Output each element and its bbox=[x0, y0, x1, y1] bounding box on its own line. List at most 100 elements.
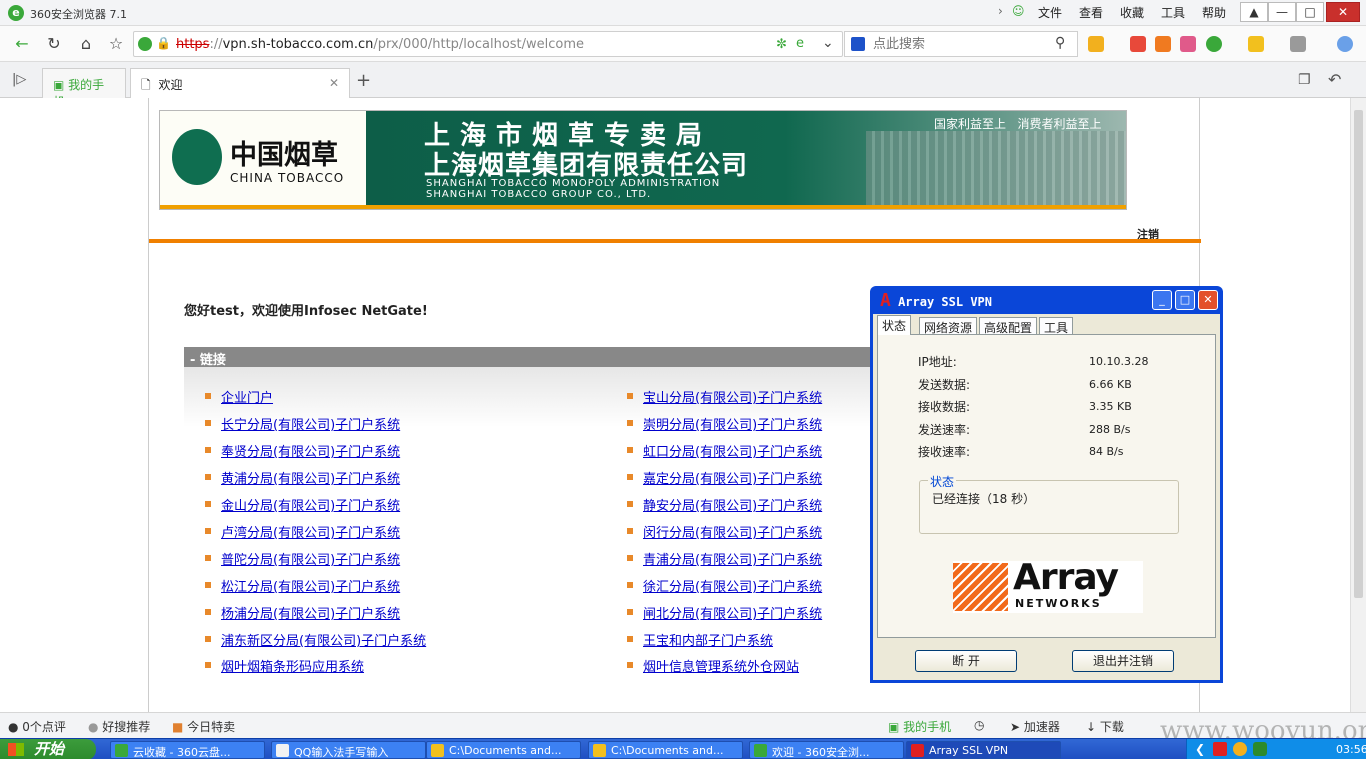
sidebar-toggle-icon[interactable]: |▷ bbox=[12, 72, 26, 87]
portal-link[interactable]: 崇明分局(有限公司)子门户系统 bbox=[643, 414, 822, 433]
link-bullet-icon bbox=[627, 555, 633, 561]
taskbar-task[interactable]: 欢迎 - 360安全浏... bbox=[749, 741, 904, 759]
portal-link[interactable]: 虹口分局(有限公司)子门户系统 bbox=[643, 441, 822, 460]
portal-link[interactable]: 烟叶烟箱条形码应用系统 bbox=[221, 656, 364, 675]
portal-link[interactable]: 王宝和内部子门户系统 bbox=[643, 630, 773, 649]
undo-close-icon[interactable]: ↶ bbox=[1328, 70, 1341, 89]
chevron-down-icon[interactable]: ⌄ bbox=[822, 35, 834, 51]
portal-link[interactable]: 宝山分局(有限公司)子门户系统 bbox=[643, 387, 822, 406]
screenshot-icon[interactable] bbox=[1290, 36, 1306, 52]
portal-link[interactable]: 闵行分局(有限公司)子门户系统 bbox=[643, 522, 822, 541]
daily-sale-item[interactable]: ■ 今日特卖 bbox=[172, 718, 235, 735]
tab-bar: |▷ ▣ 我的手机 🗋 欢迎 ✕ + ❐ ↶ bbox=[0, 62, 1366, 109]
task-app-icon bbox=[115, 744, 128, 757]
task-app-icon bbox=[754, 744, 767, 757]
portal-link[interactable]: 浦东新区分局(有限公司)子门户系统 bbox=[221, 630, 426, 649]
portal-link[interactable]: 黄浦分局(有限公司)子门户系统 bbox=[221, 468, 400, 487]
accelerator-item[interactable]: ➤ 加速器 bbox=[1010, 718, 1060, 735]
game-icon[interactable] bbox=[1248, 36, 1264, 52]
portal-link[interactable]: 卢湾分局(有限公司)子门户系统 bbox=[221, 522, 400, 541]
menu-favorites[interactable]: 收藏 bbox=[1120, 4, 1144, 21]
url-text[interactable]: https://vpn.sh-tobacco.com.cn/prx/000/ht… bbox=[176, 37, 584, 52]
security-shield-icon[interactable] bbox=[138, 37, 152, 51]
tab-list-icon[interactable]: ❐ bbox=[1298, 72, 1311, 88]
portal-link[interactable]: 普陀分局(有限公司)子门户系统 bbox=[221, 549, 400, 568]
calendar-icon[interactable] bbox=[1130, 36, 1146, 52]
tab-close-icon[interactable]: ✕ bbox=[329, 76, 339, 90]
portal-link[interactable]: 闸北分局(有限公司)子门户系统 bbox=[643, 603, 822, 622]
new-tab-icon[interactable]: + bbox=[356, 70, 371, 91]
back-icon[interactable]: ← bbox=[10, 32, 34, 56]
tray-ime-icon[interactable] bbox=[1233, 742, 1247, 756]
refresh-icon[interactable]: ↻ bbox=[42, 32, 66, 56]
ie-mode-icon[interactable]: e bbox=[796, 36, 804, 51]
menu-help[interactable]: 帮助 bbox=[1202, 4, 1226, 21]
maximize-button[interactable]: □ bbox=[1296, 2, 1324, 22]
portal-link[interactable]: 杨浦分局(有限公司)子门户系统 bbox=[221, 603, 400, 622]
address-bar[interactable]: 🔒 https://vpn.sh-tobacco.com.cn/prx/000/… bbox=[133, 31, 843, 57]
plane-icon[interactable] bbox=[1155, 36, 1171, 52]
vpn-tab-status[interactable]: 状态 bbox=[877, 315, 912, 335]
array-a-icon: A bbox=[880, 290, 891, 311]
vpn-close-button[interactable]: ✕ bbox=[1198, 290, 1218, 310]
vpn-tab-tools[interactable]: 工具 bbox=[1039, 317, 1074, 335]
home-icon[interactable]: ⌂ bbox=[74, 32, 98, 56]
cert-warning-icon[interactable]: 🔒 bbox=[156, 36, 171, 50]
vpn-maximize-button[interactable]: □ bbox=[1175, 290, 1195, 310]
taskbar-task[interactable]: 云收藏 - 360云盘... bbox=[110, 741, 265, 759]
skin-icon[interactable]: ▲ bbox=[1240, 2, 1268, 22]
portal-link[interactable]: 烟叶信息管理系统外仓网站 bbox=[643, 656, 799, 675]
page-scrollbar[interactable] bbox=[1350, 98, 1366, 712]
vpn-tab-network[interactable]: 网络资源 bbox=[919, 317, 978, 335]
portal-link[interactable]: 徐汇分局(有限公司)子门户系统 bbox=[643, 576, 822, 595]
user-icon[interactable]: ☺ bbox=[1012, 4, 1025, 18]
taskbar-task[interactable]: C:\Documents and... bbox=[588, 741, 743, 759]
download-item[interactable]: ↓ 下载 bbox=[1086, 718, 1124, 735]
exit-logout-button[interactable]: 退出并注销 bbox=[1072, 650, 1174, 672]
star-icon[interactable]: ☆ bbox=[104, 32, 128, 56]
chevron-right-icon[interactable]: › bbox=[998, 4, 1003, 18]
menu-tools[interactable]: 工具 bbox=[1161, 4, 1185, 21]
search-box[interactable]: ⚲ bbox=[844, 31, 1078, 57]
taskbar-task[interactable]: QQ输入法手写输入 bbox=[271, 741, 426, 759]
tray-expand-icon[interactable]: ❮ bbox=[1195, 742, 1205, 756]
start-button[interactable]: 开始 bbox=[0, 739, 96, 759]
portal-link[interactable]: 长宁分局(有限公司)子门户系统 bbox=[221, 414, 400, 433]
search-icon[interactable]: ⚲ bbox=[1055, 35, 1065, 51]
browser-logo-icon: e bbox=[8, 5, 24, 21]
money-icon[interactable] bbox=[1206, 36, 1222, 52]
menu-file[interactable]: 文件 bbox=[1038, 4, 1062, 21]
tray-security-icon[interactable] bbox=[1253, 742, 1267, 756]
tab-welcome[interactable]: 🗋 欢迎 ✕ bbox=[130, 68, 350, 98]
portal-link[interactable]: 金山分局(有限公司)子门户系统 bbox=[221, 495, 400, 514]
banner-slogan: 国家利益至上 消费者利益至上 bbox=[934, 117, 1102, 131]
minimize-button[interactable]: — bbox=[1268, 2, 1296, 22]
apps-icon[interactable] bbox=[1088, 36, 1104, 52]
portal-link[interactable]: 静安分局(有限公司)子门户系统 bbox=[643, 495, 822, 514]
disconnect-button[interactable]: 断 开 bbox=[915, 650, 1017, 672]
portal-link[interactable]: 松江分局(有限公司)子门户系统 bbox=[221, 576, 400, 595]
more-icon[interactable] bbox=[1337, 36, 1353, 52]
tray-app-icon[interactable] bbox=[1213, 742, 1227, 756]
my-phone-item[interactable]: ▣ 我的手机 bbox=[888, 718, 951, 735]
tab-my-phone[interactable]: ▣ 我的手机 bbox=[42, 68, 126, 109]
gift-icon[interactable] bbox=[1180, 36, 1196, 52]
close-button[interactable]: ✕ bbox=[1326, 2, 1360, 22]
portal-link[interactable]: 嘉定分局(有限公司)子门户系统 bbox=[643, 468, 822, 487]
portal-link[interactable]: 青浦分局(有限公司)子门户系统 bbox=[643, 549, 822, 568]
scrollbar-thumb[interactable] bbox=[1354, 110, 1363, 598]
portal-link[interactable]: 奉贤分局(有限公司)子门户系统 bbox=[221, 441, 400, 460]
vpn-tab-advanced[interactable]: 高级配置 bbox=[979, 317, 1038, 335]
status-group-label: 状态 bbox=[928, 473, 957, 490]
history-icon[interactable]: ◷ bbox=[974, 718, 984, 732]
recommend-item[interactable]: ● 好搜推荐 bbox=[88, 718, 150, 735]
comments-item[interactable]: ● 0个点评 bbox=[8, 718, 66, 735]
vpn-minimize-button[interactable]: _ bbox=[1152, 290, 1172, 310]
search-engine-icon[interactable] bbox=[851, 37, 865, 51]
portal-link[interactable]: 企业门户 bbox=[221, 387, 273, 406]
taskbar-task[interactable]: C:\Documents and... bbox=[426, 741, 581, 759]
taskbar-task[interactable]: Array SSL VPN bbox=[906, 741, 1061, 759]
speed-icon[interactable]: ✼ bbox=[776, 37, 787, 52]
menu-view[interactable]: 查看 bbox=[1079, 4, 1103, 21]
search-input[interactable] bbox=[873, 35, 1053, 53]
